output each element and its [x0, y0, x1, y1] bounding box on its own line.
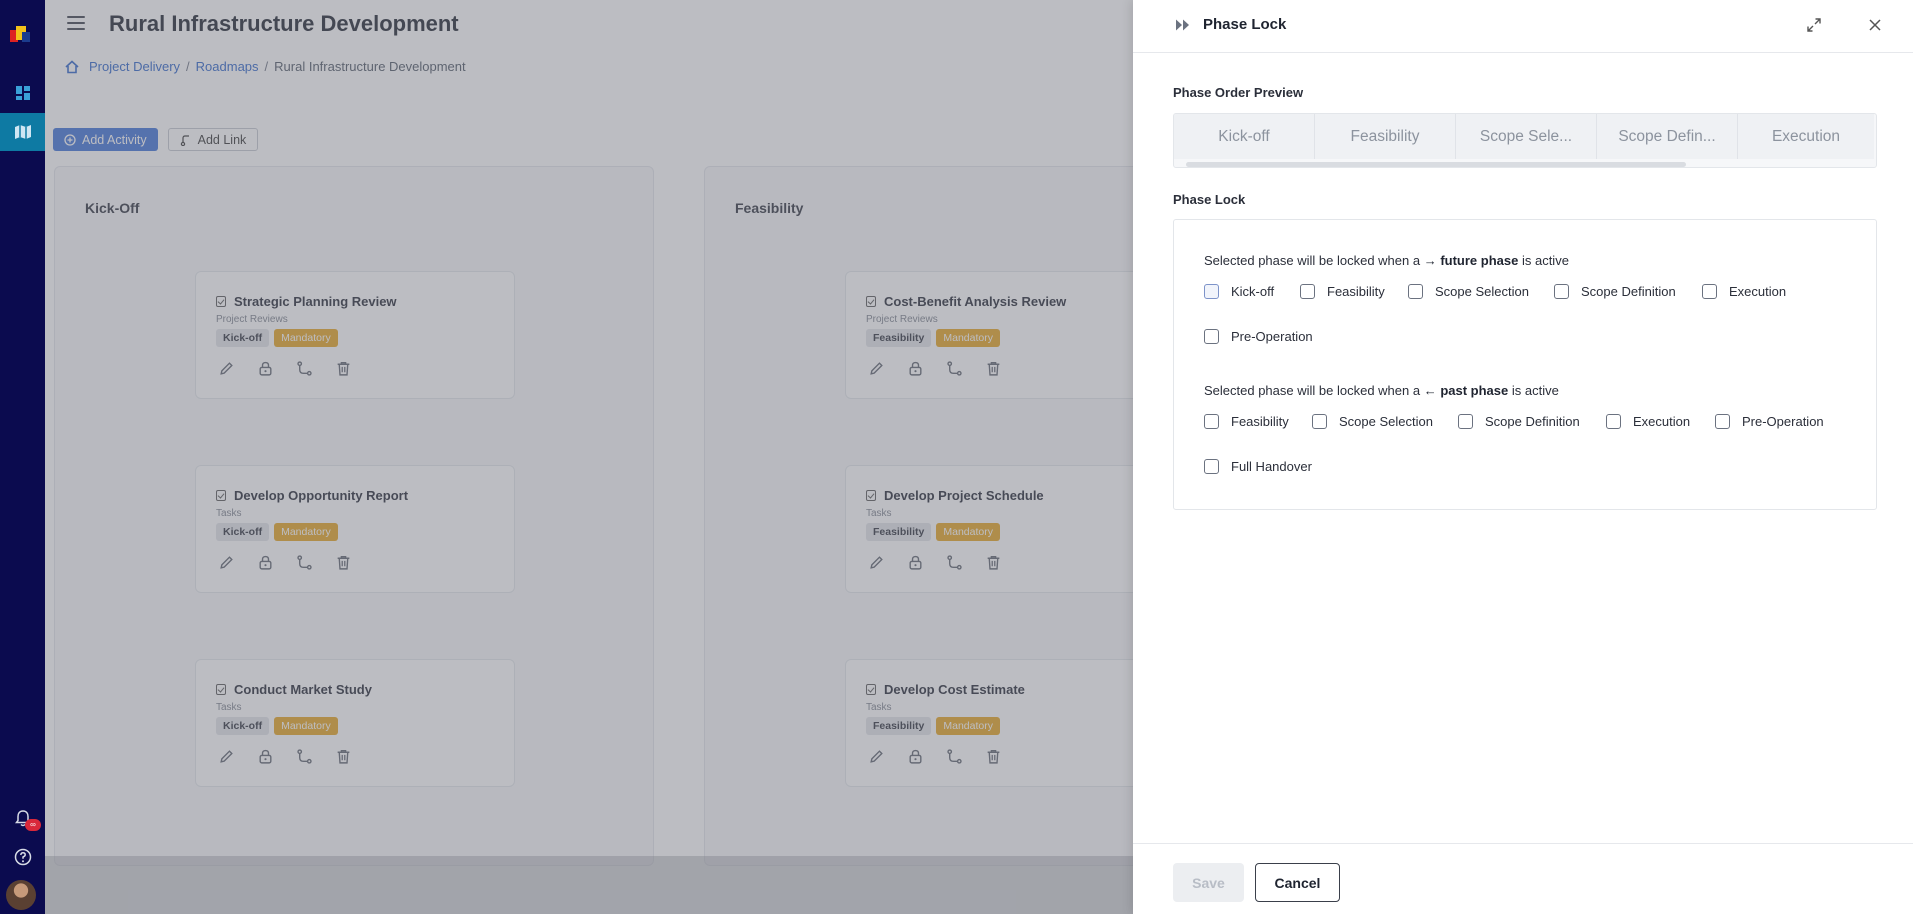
future-option-execution[interactable]: Execution: [1702, 284, 1786, 299]
option-label: Pre-Operation: [1231, 329, 1313, 344]
close-icon[interactable]: [1867, 17, 1883, 33]
future-desc-bold: → future phase: [1423, 253, 1519, 268]
future-option-feasibility[interactable]: Feasibility: [1300, 284, 1385, 299]
future-option-scope-selection[interactable]: Scope Selection: [1408, 284, 1529, 299]
preview-tab-feasibility: Feasibility: [1315, 114, 1456, 159]
checkbox[interactable]: [1408, 284, 1423, 299]
future-desc-prefix: Selected phase will be locked when a: [1204, 253, 1421, 268]
option-label: Scope Selection: [1435, 284, 1529, 299]
preview-tab-scope-selection: Scope Sele...: [1456, 114, 1597, 159]
option-label: Execution: [1729, 284, 1787, 299]
cancel-button[interactable]: Cancel: [1255, 863, 1340, 902]
past-phase-description: Selected phase will be locked when a ← p…: [1204, 383, 1559, 398]
preview-tab-scope-definition: Scope Defin...: [1597, 114, 1738, 159]
option-label: Scope Selection: [1339, 414, 1433, 429]
notification-badge: ∞: [25, 819, 41, 831]
past-desc-bold: ← past phase: [1423, 383, 1509, 398]
phase-lock-panel: Phase Lock Phase Order Preview Kick-off …: [1133, 0, 1913, 914]
future-option-pre-operation[interactable]: Pre-Operation: [1204, 329, 1313, 344]
dashboard-icon: [15, 86, 30, 100]
future-option-scope-definition[interactable]: Scope Definition: [1554, 284, 1676, 299]
save-button[interactable]: Save: [1173, 863, 1244, 902]
panel-footer: Save Cancel: [1133, 843, 1913, 914]
user-avatar[interactable]: [6, 880, 36, 910]
past-option-feasibility[interactable]: Feasibility: [1204, 414, 1289, 429]
past-option-pre-operation[interactable]: Pre-Operation: [1715, 414, 1824, 429]
past-option-full-handover[interactable]: Full Handover: [1204, 459, 1312, 474]
option-label: Scope Definition: [1581, 284, 1676, 299]
option-label: Feasibility: [1327, 284, 1385, 299]
past-option-execution[interactable]: Execution: [1606, 414, 1690, 429]
option-label: Full Handover: [1231, 459, 1312, 474]
future-phase-description: Selected phase will be locked when a → f…: [1204, 253, 1569, 268]
phase-lock-label: Phase Lock: [1173, 192, 1246, 207]
modal-backdrop[interactable]: [45, 0, 1133, 914]
option-label: Kick-off: [1231, 284, 1275, 299]
checkbox[interactable]: [1702, 284, 1717, 299]
panel-header: Phase Lock: [1133, 0, 1913, 53]
future-option-kick-off[interactable]: Kick-off: [1204, 284, 1274, 299]
left-rail: ∞: [0, 0, 45, 914]
panel-title: Phase Lock: [1203, 16, 1287, 33]
checkbox[interactable]: [1715, 414, 1730, 429]
past-option-scope-selection[interactable]: Scope Selection: [1312, 414, 1433, 429]
preview-tabs: Kick-off Feasibility Scope Sele... Scope…: [1174, 114, 1874, 159]
option-label: Feasibility: [1231, 414, 1289, 429]
dashboard-nav-button[interactable]: [0, 74, 45, 112]
help-icon: [14, 848, 31, 866]
help-button[interactable]: [0, 845, 45, 869]
phase-lock-box: Selected phase will be locked when a → f…: [1173, 219, 1877, 510]
preview-tab-kick-off: Kick-off: [1174, 114, 1315, 159]
roadmaps-nav-button[interactable]: [0, 113, 45, 151]
checkbox[interactable]: [1458, 414, 1473, 429]
past-desc-suffix: is active: [1511, 383, 1559, 398]
option-label: Pre-Operation: [1742, 414, 1824, 429]
option-label: Scope Definition: [1485, 414, 1580, 429]
checkbox[interactable]: [1554, 284, 1569, 299]
roadmap-icon: [14, 125, 31, 139]
option-label: Execution: [1633, 414, 1691, 429]
app-logo: [10, 24, 32, 46]
checkbox[interactable]: [1312, 414, 1327, 429]
double-chevron-right-icon[interactable]: [1175, 18, 1191, 32]
preview-tab-execution: Execution: [1738, 114, 1874, 159]
expand-icon[interactable]: [1806, 17, 1822, 33]
future-desc-suffix: is active: [1521, 253, 1569, 268]
checkbox[interactable]: [1606, 414, 1621, 429]
phase-order-preview: Kick-off Feasibility Scope Sele... Scope…: [1173, 113, 1877, 168]
phase-order-preview-label: Phase Order Preview: [1173, 85, 1304, 100]
checkbox[interactable]: [1204, 414, 1219, 429]
checkbox[interactable]: [1300, 284, 1315, 299]
checkbox[interactable]: [1204, 284, 1219, 299]
past-option-scope-definition[interactable]: Scope Definition: [1458, 414, 1580, 429]
checkbox[interactable]: [1204, 459, 1219, 474]
preview-scrollbar[interactable]: [1186, 162, 1686, 167]
checkbox[interactable]: [1204, 329, 1219, 344]
past-desc-prefix: Selected phase will be locked when a: [1204, 383, 1421, 398]
backdrop-footer-strip: [45, 856, 1133, 914]
